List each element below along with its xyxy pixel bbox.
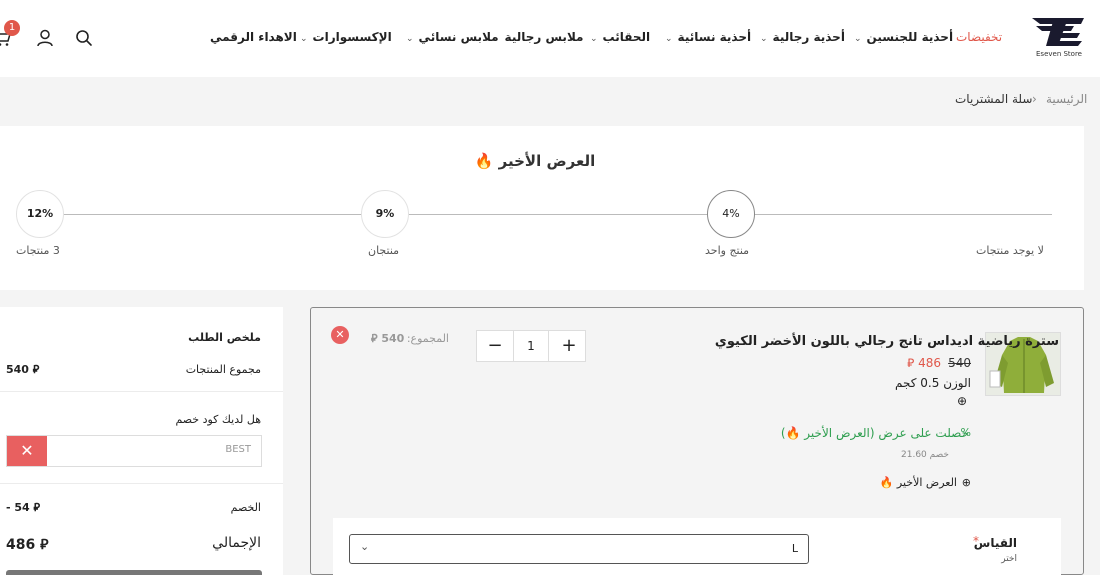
- cart-count-badge: 1: [4, 20, 20, 36]
- decrease-quantity-button[interactable]: −: [477, 331, 513, 361]
- close-icon: ✕: [335, 328, 345, 341]
- breadcrumb-current: سلة المشتريات: [955, 92, 1033, 106]
- nav-item-women-shoes[interactable]: أحذية نسائية ⌄: [665, 30, 751, 46]
- nav-label: أحذية للجنسين: [866, 30, 954, 44]
- percent-icon: %: [960, 426, 971, 439]
- size-option-card: القياس * اختر L ⌄: [333, 518, 1061, 575]
- nav-label: أحذية نسائية: [677, 30, 752, 44]
- breadcrumb-separator: ›: [1032, 92, 1037, 106]
- discount-note: خصم 21.60: [901, 450, 949, 460]
- discount-label: الخصم: [230, 501, 261, 514]
- nav-item-bags[interactable]: الحقائب ⌄: [590, 30, 650, 46]
- size-label: القياس: [973, 536, 1017, 550]
- nav-item-men-clothes[interactable]: ملابس رجالية⌄: [492, 30, 583, 46]
- nav-label: الحقائب: [602, 30, 651, 44]
- plus-icon: +: [561, 335, 577, 356]
- brand-logo[interactable]: Eseven Store: [1028, 16, 1086, 62]
- search-icon[interactable]: [74, 28, 94, 48]
- brand-name: Eseven Store: [1036, 50, 1082, 58]
- site-header: Eseven Store تخفيضات أحذية للجنسين ⌄ أحذي…: [0, 0, 1100, 77]
- nav-item-digital-gift[interactable]: الاهداء الرقمي: [210, 30, 297, 46]
- chevron-down-icon: ⌄: [300, 34, 308, 44]
- step-circle-1: 4%: [707, 190, 755, 238]
- summary-title: ملخص الطلب: [188, 331, 261, 344]
- minus-icon: −: [487, 335, 503, 356]
- step-circle-2: 9%: [361, 190, 409, 238]
- breadcrumb-home[interactable]: الرئيسية: [1046, 92, 1087, 106]
- required-mark: *: [973, 534, 979, 548]
- step-label-2: منتجان: [368, 244, 400, 257]
- item-total-value: 540 ⃁: [371, 332, 405, 345]
- offer-progress-card: العرض الأخير 🔥 لا يوجد منتجات 4% منتج وا…: [0, 126, 1084, 290]
- chevron-down-icon: ⌄: [590, 34, 598, 44]
- product-weight: الوزن 0.5 كجم: [895, 376, 971, 390]
- size-select[interactable]: L ⌄: [349, 534, 809, 564]
- quantity-value[interactable]: 1: [513, 331, 549, 361]
- product-new-price: 486 ⃁: [907, 356, 941, 370]
- nav-label: الإكسسوارات: [312, 30, 392, 44]
- user-icon[interactable]: [35, 28, 55, 48]
- logo-mark-icon: [1032, 18, 1084, 46]
- total-label: الإجمالي: [212, 535, 261, 551]
- offer-title: العرض الأخير 🔥: [474, 152, 596, 170]
- nav-item-men-shoes[interactable]: أحذية رجالية ⌄: [760, 30, 845, 46]
- discount-value: - 54 ⃁: [6, 501, 41, 514]
- tag-icon: ⊕: [961, 476, 971, 489]
- product-old-price: 540: [948, 356, 971, 370]
- total-value: 486 ⃁: [6, 537, 49, 553]
- item-total-label: المجموع:: [406, 332, 449, 345]
- chevron-down-icon: ⌄: [665, 34, 673, 44]
- cart-item-panel: سترة رياضية اديداس تانج رجالي باللون الأ…: [310, 307, 1084, 575]
- coupon-question: هل لديك كود خصم: [175, 413, 261, 426]
- subtotal-value: 540 ⃁: [6, 363, 40, 376]
- order-summary-panel: ملخص الطلب مجموع المنتجات 540 ⃁ هل لديك …: [0, 307, 283, 575]
- divider: [0, 483, 283, 484]
- step-label-none: لا يوجد منتجات: [976, 244, 1044, 257]
- product-title[interactable]: سترة رياضية اديداس تانج رجالي باللون الأ…: [715, 334, 1059, 349]
- nav-label: ملابس رجالية: [504, 30, 584, 44]
- nav-label: أحذية رجالية: [772, 30, 845, 44]
- nav-item-unisex-shoes[interactable]: أحذية للجنسين ⌄: [854, 30, 953, 46]
- nav-item-accessories[interactable]: الإكسسوارات ⌄: [300, 30, 392, 46]
- coupon-value: BEST: [225, 444, 251, 455]
- clear-coupon-button[interactable]: ✕: [7, 436, 47, 466]
- coupon-input[interactable]: ✕ BEST: [6, 435, 262, 467]
- subtotal-label: مجموع المنتجات: [185, 363, 261, 376]
- chevron-down-icon: ⌄: [360, 540, 370, 553]
- size-hint: اختر: [1001, 554, 1017, 564]
- remove-item-button[interactable]: ✕: [331, 326, 349, 344]
- chevron-down-icon: ⌄: [406, 34, 414, 44]
- progress-track: [40, 214, 1052, 215]
- divider: [0, 391, 283, 392]
- step-label-1: منتج واحد: [705, 244, 750, 257]
- offer-tag: العرض الأخير 🔥: [879, 476, 957, 489]
- increase-quantity-button[interactable]: +: [551, 331, 587, 361]
- step-circle-3: 12%: [16, 190, 64, 238]
- quantity-stepper: − 1 +: [476, 330, 586, 362]
- nav-label: ملابس نسائي: [418, 30, 499, 44]
- step-label-3: 3 منتجات: [16, 244, 60, 257]
- tag-icon: ⊕: [956, 394, 967, 408]
- chevron-down-icon: ⌄: [760, 34, 768, 44]
- checkout-button[interactable]: [6, 570, 262, 575]
- nav-item-women-clothes[interactable]: ملابس نسائي ⌄: [406, 30, 499, 46]
- offer-applied-text: حصلت على عرض (العرض الأخير 🔥): [780, 426, 969, 440]
- close-icon: ✕: [20, 441, 34, 460]
- size-selected-value: L: [791, 542, 798, 555]
- chevron-down-icon: ⌄: [854, 34, 862, 44]
- nav-item-sale[interactable]: تخفيضات: [956, 30, 1002, 46]
